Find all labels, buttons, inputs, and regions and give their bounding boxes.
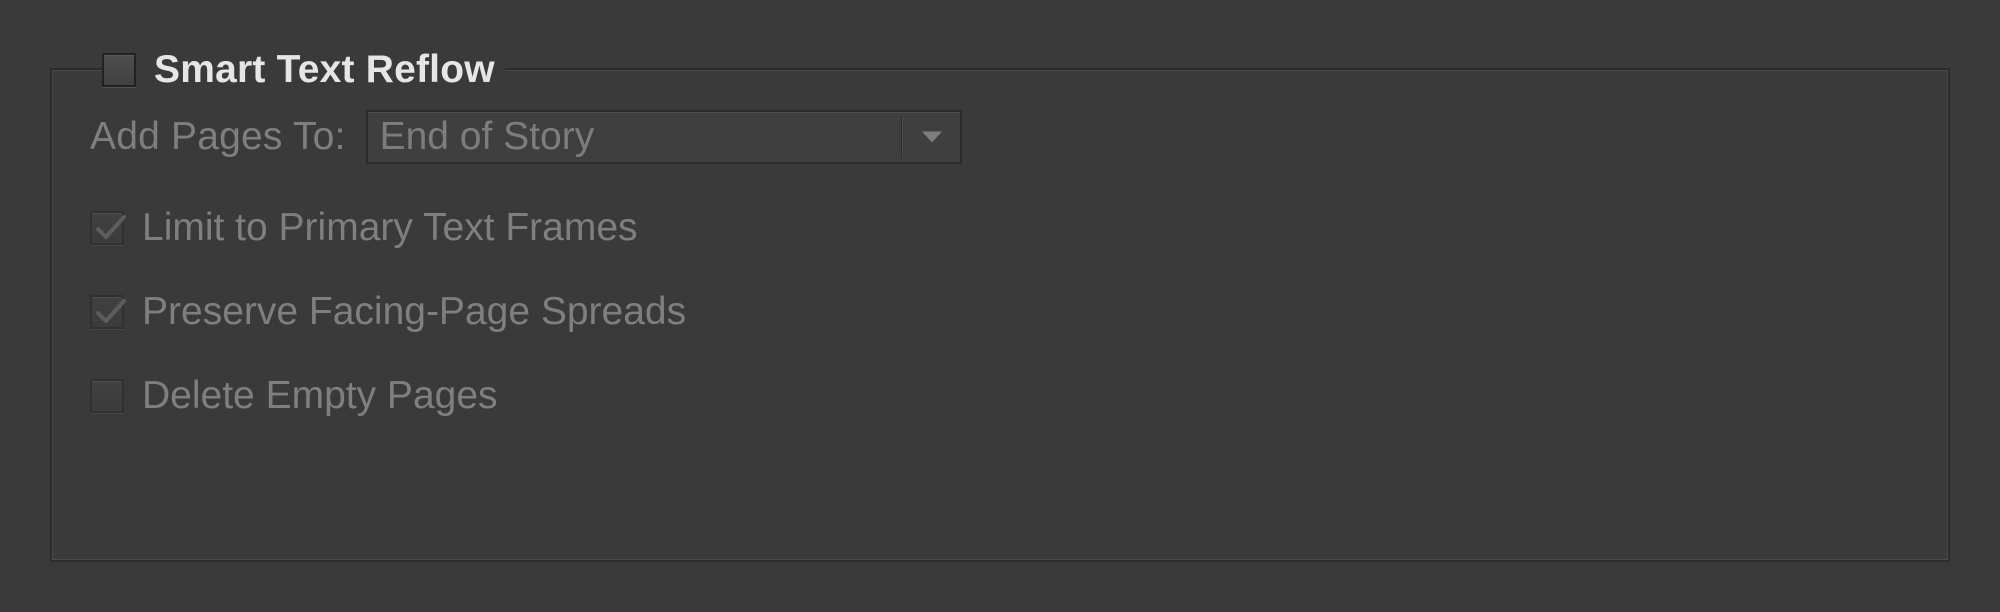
select-separator xyxy=(901,116,902,158)
delete-empty-row: Delete Empty Pages xyxy=(90,374,1910,418)
add-pages-row: Add Pages To: End of Story xyxy=(90,110,1910,164)
smart-text-reflow-group: Smart Text Reflow Add Pages To: End of S… xyxy=(50,68,1950,562)
limit-primary-label: Limit to Primary Text Frames xyxy=(142,206,638,250)
add-pages-value: End of Story xyxy=(368,110,595,164)
add-pages-label: Add Pages To: xyxy=(90,115,346,159)
group-legend: Smart Text Reflow xyxy=(102,40,505,100)
smart-text-reflow-checkbox[interactable] xyxy=(102,53,136,87)
group-title: Smart Text Reflow xyxy=(154,48,495,92)
delete-empty-label: Delete Empty Pages xyxy=(142,374,498,418)
preserve-spreads-row: Preserve Facing-Page Spreads xyxy=(90,290,1910,334)
limit-primary-row: Limit to Primary Text Frames xyxy=(90,206,1910,250)
add-pages-select[interactable]: End of Story xyxy=(366,110,962,164)
limit-primary-checkbox[interactable] xyxy=(90,211,124,245)
smart-text-reflow-panel: Smart Text Reflow Add Pages To: End of S… xyxy=(0,0,2000,612)
preserve-spreads-checkbox[interactable] xyxy=(90,295,124,329)
chevron-down-icon xyxy=(922,132,942,143)
group-content: Add Pages To: End of Story Limit to Prim… xyxy=(90,110,1910,550)
preserve-spreads-label: Preserve Facing-Page Spreads xyxy=(142,290,686,334)
delete-empty-checkbox[interactable] xyxy=(90,379,124,413)
